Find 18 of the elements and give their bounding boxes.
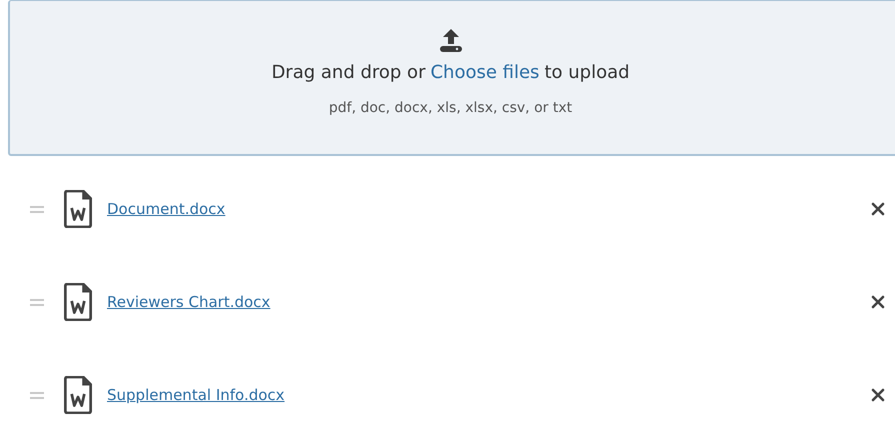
close-icon[interactable] <box>871 388 885 402</box>
drag-handle-icon[interactable] <box>30 392 44 398</box>
close-icon[interactable] <box>871 202 885 216</box>
upload-icon <box>438 27 462 53</box>
upload-dropzone[interactable]: Drag and drop or Choose files to upload pdf, doc, docx, xls, xlsx, csv, or txt <box>8 0 895 156</box>
close-icon[interactable] <box>871 295 885 309</box>
word-document-icon <box>64 190 92 228</box>
choose-files-link[interactable]: Choose files <box>430 62 540 83</box>
drag-handle-icon[interactable] <box>30 298 44 306</box>
word-document-icon <box>64 283 92 321</box>
word-document-icon <box>64 376 92 414</box>
file-link[interactable]: Supplemental Info.docx <box>107 386 285 404</box>
upload-prompt: to upload <box>544 62 630 83</box>
file-link[interactable]: Reviewers Chart.docx <box>107 293 270 311</box>
upload-prompt: Drag and drop or <box>271 62 426 83</box>
file-types-hint: pdf, doc, docx, xls, xlsx, csv, or txt <box>328 100 572 116</box>
file-link[interactable]: Document.docx <box>107 200 226 218</box>
drag-handle-icon[interactable] <box>30 206 44 212</box>
